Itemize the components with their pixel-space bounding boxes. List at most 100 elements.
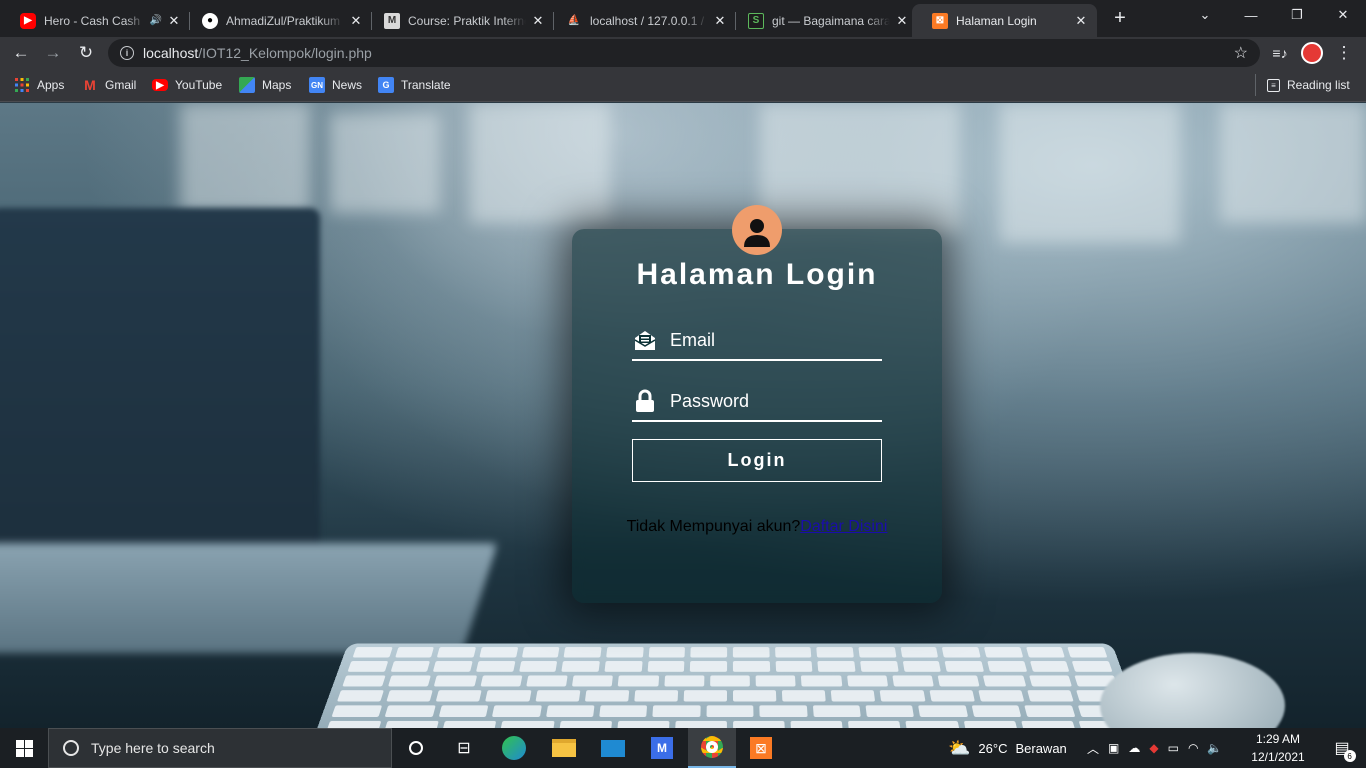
close-tab-icon[interactable]: ✕ bbox=[530, 13, 546, 29]
cortana-icon[interactable] bbox=[392, 728, 440, 768]
onedrive-icon[interactable]: ☁ bbox=[1128, 741, 1140, 755]
restore-button[interactable]: ❐ bbox=[1274, 0, 1320, 30]
notification-count-badge: 6 bbox=[1343, 750, 1356, 762]
moodle-icon: M bbox=[384, 12, 400, 29]
start-button[interactable] bbox=[0, 728, 48, 768]
chevron-up-icon[interactable]: ︿ bbox=[1087, 740, 1099, 757]
tab-github[interactable]: ● AhmadiZul/Praktikum ✕ bbox=[182, 4, 372, 37]
speaker-icon[interactable]: 🔊 bbox=[150, 15, 162, 26]
no-account-text: Tidak Mempunyai akun? bbox=[626, 518, 801, 535]
tab-course[interactable]: M Course: Praktik Internet ✕ bbox=[364, 4, 554, 37]
meet-now-icon[interactable]: ▣ bbox=[1108, 741, 1119, 755]
email-field[interactable]: Email bbox=[632, 321, 882, 361]
weather-widget[interactable]: ⛅ 26°C Berawan bbox=[948, 728, 1067, 768]
edge-icon[interactable] bbox=[490, 728, 538, 768]
tab-title: Hero - Cash Cash bbox=[44, 13, 141, 28]
tab-phpmyadmin[interactable]: ⛵ localhost / 127.0.0.1 / ✕ bbox=[546, 4, 736, 37]
bg-window-light bbox=[1220, 103, 1366, 223]
media-control-icon[interactable]: ≡♪ bbox=[1267, 40, 1293, 66]
tab-halaman-login[interactable]: ⊠ Halaman Login ✕ bbox=[912, 4, 1097, 37]
bg-window-light bbox=[180, 103, 310, 213]
reading-list-button[interactable]: ≡ Reading list bbox=[1267, 76, 1350, 94]
windows-logo-icon bbox=[15, 739, 33, 757]
bookmark-label: YouTube bbox=[175, 78, 223, 92]
battery-icon[interactable]: ▭ bbox=[1168, 741, 1179, 755]
bookmark-youtube[interactable]: ▶ YouTube bbox=[152, 76, 222, 94]
address-bar[interactable]: i localhost/IOT12_Kelompok/login.php ☆ bbox=[108, 39, 1260, 67]
mcafee-icon[interactable]: ◆ bbox=[1149, 741, 1158, 755]
tab-strip: ▶ Hero - Cash Cash 🔊 ✕ ● AhmadiZul/Prakt… bbox=[0, 0, 1366, 37]
mail-icon[interactable] bbox=[589, 728, 637, 768]
reading-list-icon: ≡ bbox=[1267, 78, 1280, 92]
minimize-button[interactable]: — bbox=[1228, 0, 1274, 30]
search-icon bbox=[63, 740, 79, 756]
signup-link[interactable]: Daftar Disini bbox=[800, 518, 887, 535]
youtube-icon: ▶ bbox=[152, 79, 168, 91]
tab-stackexchange[interactable]: S git — Bagaimana cara ✕ bbox=[728, 4, 918, 37]
bookmark-label: Gmail bbox=[105, 78, 137, 92]
browser-toolbar: ← → ↻ i localhost/IOT12_Kelompok/login.p… bbox=[0, 37, 1366, 68]
wifi-icon[interactable]: ◠ bbox=[1188, 741, 1198, 755]
tab-title: Halaman Login bbox=[956, 13, 1037, 28]
visual-studio-code-icon[interactable]: M bbox=[638, 728, 686, 768]
page-background: Halaman Login Email Password Login Tidak… bbox=[0, 103, 1366, 728]
tab-search-icon[interactable]: ⌄ bbox=[1182, 0, 1228, 30]
reading-list-label: Reading list bbox=[1287, 78, 1350, 92]
bookmark-news[interactable]: GN News bbox=[309, 76, 362, 94]
notification-center-icon[interactable]: ▤ 6 bbox=[1318, 728, 1366, 768]
xampp-icon: ⊠ bbox=[932, 12, 948, 29]
site-info-icon[interactable]: i bbox=[120, 46, 134, 60]
close-tab-icon[interactable]: ✕ bbox=[348, 13, 364, 29]
url-host: localhost bbox=[143, 45, 199, 61]
bookmark-gmail[interactable]: M Gmail bbox=[82, 76, 136, 94]
bookmark-maps[interactable]: Maps bbox=[239, 76, 291, 94]
close-tab-icon[interactable]: ✕ bbox=[166, 13, 182, 29]
cloud-sun-icon: ⛅ bbox=[948, 737, 971, 758]
tab-title: Course: Praktik Internet bbox=[408, 13, 526, 28]
gmail-icon: M bbox=[84, 77, 96, 93]
volume-icon[interactable]: 🔈 bbox=[1207, 741, 1222, 755]
chrome-icon[interactable] bbox=[688, 728, 736, 768]
email-label: Email bbox=[670, 329, 716, 350]
bg-keyboard bbox=[310, 643, 1150, 728]
close-tab-icon[interactable]: ✕ bbox=[894, 13, 910, 29]
bookmark-translate[interactable]: G Translate bbox=[378, 76, 451, 94]
login-title: Halaman Login bbox=[636, 258, 878, 291]
bookmark-apps[interactable]: Apps bbox=[14, 76, 64, 94]
taskbar-search-box[interactable]: Type here to search bbox=[48, 728, 392, 768]
file-explorer-icon[interactable] bbox=[540, 728, 588, 768]
profile-avatar[interactable] bbox=[1299, 40, 1325, 66]
reload-button[interactable]: ↻ bbox=[73, 40, 99, 66]
back-button[interactable]: ← bbox=[8, 40, 34, 66]
close-window-button[interactable]: ✕ bbox=[1320, 0, 1366, 30]
xampp-taskbar-icon[interactable]: ⊠ bbox=[737, 728, 785, 768]
news-icon: GN bbox=[309, 77, 325, 93]
login-button[interactable]: Login bbox=[632, 439, 882, 482]
forward-button[interactable]: → bbox=[40, 40, 66, 66]
bg-window-light bbox=[470, 103, 610, 223]
close-tab-icon[interactable]: ✕ bbox=[1073, 13, 1089, 29]
windows-taskbar: Type here to search ⊟ M ⊠ ⛅ 26°C Berawan… bbox=[0, 728, 1366, 768]
new-tab-button[interactable]: + bbox=[1108, 6, 1132, 30]
bookmark-separator bbox=[1255, 74, 1256, 96]
taskbar-clock[interactable]: 1:29 AM 12/1/2021 bbox=[1248, 730, 1308, 766]
close-tab-icon[interactable]: ✕ bbox=[712, 13, 728, 29]
clock-date: 12/1/2021 bbox=[1251, 750, 1305, 764]
task-view-icon[interactable]: ⊟ bbox=[440, 728, 488, 768]
translate-icon: G bbox=[378, 77, 394, 93]
apps-grid-icon bbox=[14, 77, 30, 93]
signup-prompt: Tidak Mempunyai akun?Daftar Disini bbox=[572, 518, 942, 536]
bg-laptop-base bbox=[0, 543, 498, 653]
system-tray: ︿ ▣ ☁ ◆ ▭ ◠ 🔈 bbox=[1087, 728, 1222, 768]
user-avatar-icon bbox=[732, 205, 782, 255]
tab-title: AhmadiZul/Praktikum bbox=[226, 13, 341, 28]
clock-time: 1:29 AM bbox=[1255, 732, 1301, 746]
tab-youtube[interactable]: ▶ Hero - Cash Cash 🔊 ✕ bbox=[0, 4, 190, 37]
bg-window-light bbox=[1000, 103, 1180, 243]
tab-title: git — Bagaimana cara bbox=[772, 13, 890, 28]
bookmark-star-icon[interactable]: ☆ bbox=[1234, 43, 1248, 63]
menu-kebab-icon[interactable]: ⋮ bbox=[1331, 40, 1357, 66]
password-field[interactable]: Password bbox=[632, 382, 882, 422]
tab-title: localhost / 127.0.0.1 / bbox=[590, 13, 705, 28]
password-label: Password bbox=[670, 390, 750, 411]
